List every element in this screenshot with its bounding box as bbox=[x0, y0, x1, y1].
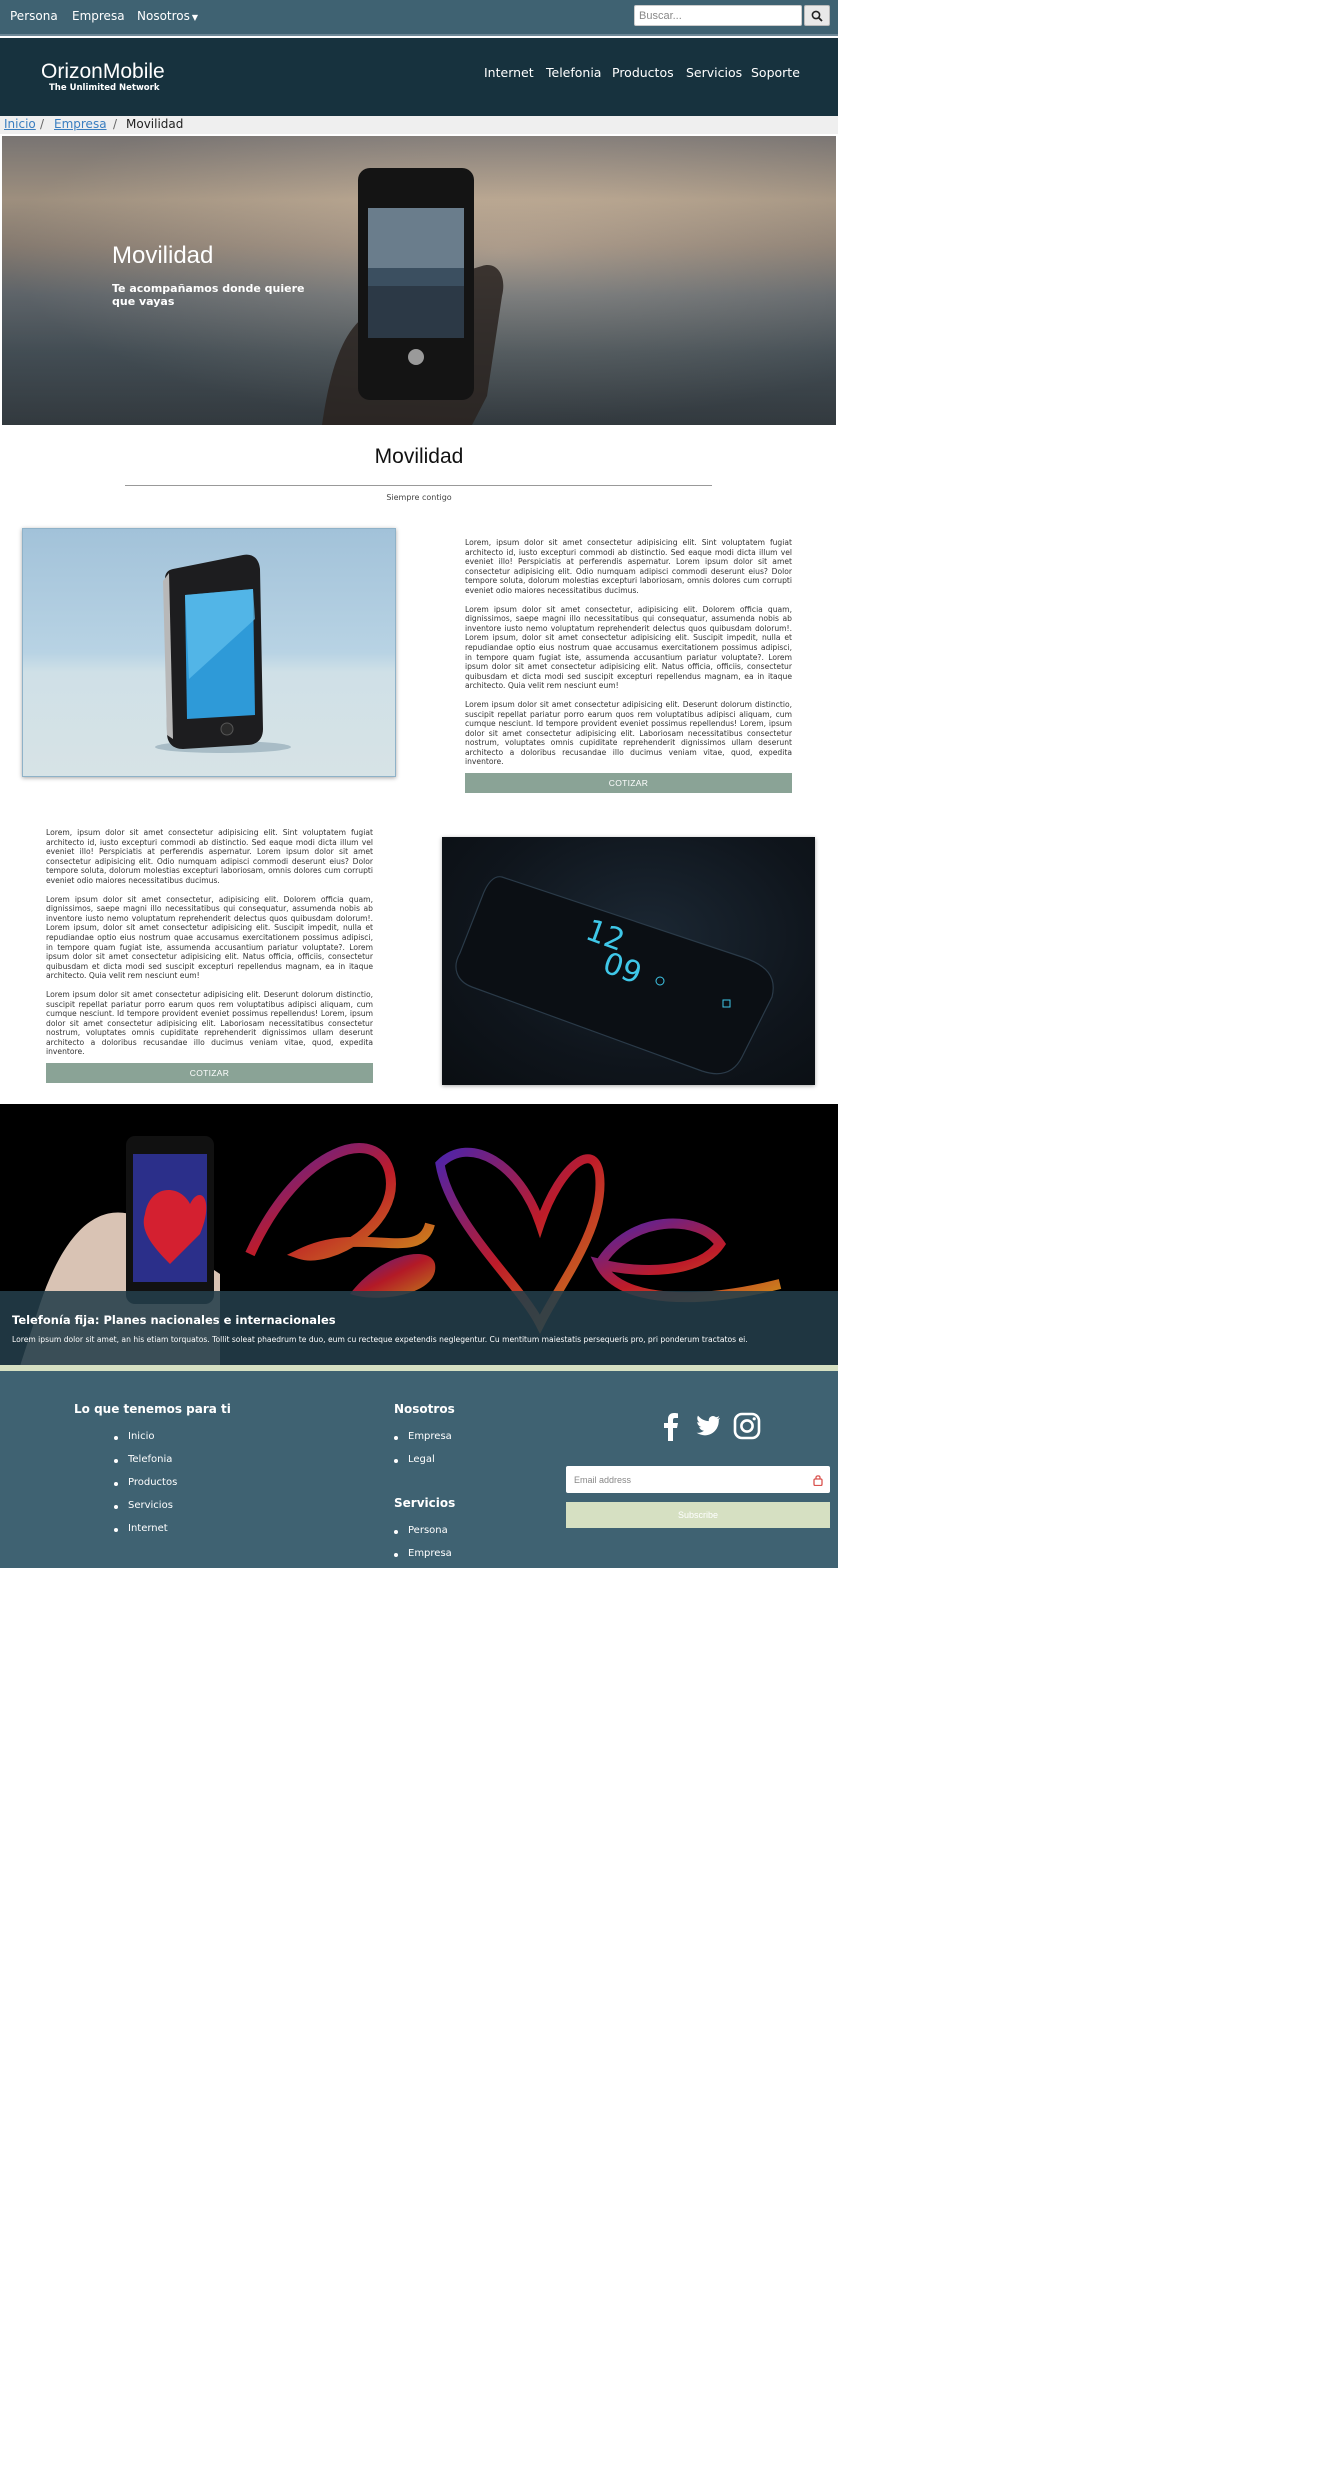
caret-down-icon: ▼ bbox=[191, 13, 199, 22]
footer-link-productos[interactable]: Productos bbox=[114, 1477, 177, 1500]
feature-image-smartphone bbox=[22, 528, 396, 777]
footer-link-empresa-servicios[interactable]: Empresa bbox=[394, 1548, 452, 1571]
feature-2-paragraph: Lorem ipsum dolor sit amet consectetur, … bbox=[46, 894, 373, 981]
hero-title: Movilidad bbox=[112, 242, 214, 269]
brand-logo[interactable]: OrizonMobile bbox=[41, 60, 165, 84]
nav-telefonia[interactable]: Telefonia bbox=[546, 65, 601, 80]
footer-col2-title: Nosotros bbox=[394, 1402, 455, 1416]
search-form bbox=[634, 5, 830, 26]
footer-link-servicios[interactable]: Servicios bbox=[114, 1500, 177, 1523]
feature-1-paragraph: Lorem ipsum dolor sit amet consectetur, … bbox=[465, 604, 792, 691]
search-input[interactable] bbox=[634, 5, 802, 26]
footer-col3-list: Persona Empresa bbox=[394, 1525, 452, 1571]
feature-image-dark-phone: 12 09 bbox=[442, 837, 815, 1085]
footer-col2-list: Empresa Legal bbox=[394, 1431, 452, 1477]
cotizar-button[interactable]: COTIZAR bbox=[46, 1063, 373, 1083]
email-field[interactable] bbox=[566, 1466, 806, 1493]
nav-persona[interactable]: Persona bbox=[10, 9, 58, 23]
footer-col1-list: Inicio Telefonia Productos Servicios Int… bbox=[114, 1431, 177, 1546]
footer-link-inicio[interactable]: Inicio bbox=[114, 1431, 177, 1454]
section-subtitle: Siempre contigo bbox=[386, 493, 452, 502]
feature-2-paragraph: Lorem ipsum dolor sit amet consectetur a… bbox=[46, 989, 373, 1057]
footer-link-internet[interactable]: Internet bbox=[114, 1523, 177, 1546]
nav-soporte[interactable]: Soporte bbox=[751, 65, 800, 80]
banner-title: Telefonía fija: Planes nacionales e inte… bbox=[12, 1313, 336, 1327]
feature-1-text: Lorem, ipsum dolor sit amet consectetur … bbox=[465, 538, 792, 776]
site-header: OrizonMobile The Unlimited Network Inter… bbox=[0, 38, 838, 116]
nav-nosotros-label: Nosotros bbox=[137, 9, 190, 23]
nav-internet[interactable]: Internet bbox=[484, 65, 534, 80]
feature-2-paragraph: Lorem, ipsum dolor sit amet consectetur … bbox=[46, 828, 373, 885]
twitter-icon[interactable] bbox=[692, 1411, 722, 1441]
breadcrumb-inicio[interactable]: Inicio bbox=[4, 117, 36, 131]
breadcrumb-separator: / bbox=[113, 117, 118, 131]
nav-productos[interactable]: Productos bbox=[612, 65, 674, 80]
newsletter-form bbox=[566, 1466, 830, 1493]
feature-2-text: Lorem, ipsum dolor sit amet consectetur … bbox=[46, 828, 373, 1066]
footer-link-legal[interactable]: Legal bbox=[394, 1454, 452, 1477]
feature-1-paragraph: Lorem, ipsum dolor sit amet consectetur … bbox=[465, 538, 792, 595]
cotizar-button[interactable]: COTIZAR bbox=[465, 773, 792, 793]
search-icon bbox=[811, 10, 823, 22]
banner-text: Lorem ipsum dolor sit amet, an his etiam… bbox=[12, 1335, 748, 1344]
breadcrumb-separator: / bbox=[40, 117, 45, 131]
footer-col1-title: Lo que tenemos para ti bbox=[74, 1402, 231, 1416]
nav-servicios[interactable]: Servicios bbox=[686, 65, 742, 80]
search-button[interactable] bbox=[804, 5, 830, 26]
breadcrumb: Inicio / Empresa / Movilidad bbox=[0, 116, 838, 134]
section-title: Movilidad bbox=[374, 445, 464, 468]
breadcrumb-empresa[interactable]: Empresa bbox=[54, 117, 107, 131]
hero-subtitle: Te acompañamos donde quiere que vayas bbox=[112, 282, 305, 308]
site-footer: Lo que tenemos para ti Inicio Telefonia … bbox=[0, 1371, 838, 1568]
breadcrumb-current: Movilidad bbox=[126, 117, 184, 131]
smartphone-illustration bbox=[155, 554, 291, 753]
footer-link-empresa[interactable]: Empresa bbox=[394, 1431, 452, 1454]
footer-col3-title: Servicios bbox=[394, 1496, 456, 1510]
footer-link-persona[interactable]: Persona bbox=[394, 1525, 452, 1548]
nav-nosotros[interactable]: Nosotros ▼ bbox=[137, 9, 198, 23]
feature-1-paragraph: Lorem ipsum dolor sit amet consectetur a… bbox=[465, 699, 792, 767]
footer-link-telefonia[interactable]: Telefonia bbox=[114, 1454, 177, 1477]
top-bar: Persona Empresa Nosotros ▼ bbox=[0, 0, 838, 36]
dark-phone-illustration: 12 09 bbox=[455, 876, 774, 1075]
brand-tagline: The Unlimited Network bbox=[49, 83, 160, 93]
section-divider bbox=[125, 485, 712, 486]
banner-caption: Telefonía fija: Planes nacionales e inte… bbox=[0, 1291, 838, 1366]
hero-phone-image bbox=[322, 168, 504, 425]
lock-icon bbox=[813, 1475, 823, 1486]
nav-empresa[interactable]: Empresa bbox=[72, 9, 125, 23]
promo-banner: Telefonía fija: Planes nacionales e inte… bbox=[0, 1104, 838, 1366]
hero-banner: Movilidad Te acompañamos donde quiere qu… bbox=[2, 136, 836, 425]
instagram-icon[interactable] bbox=[732, 1411, 762, 1441]
subscribe-button[interactable]: Subscribe bbox=[566, 1502, 830, 1528]
facebook-icon[interactable] bbox=[656, 1411, 686, 1441]
